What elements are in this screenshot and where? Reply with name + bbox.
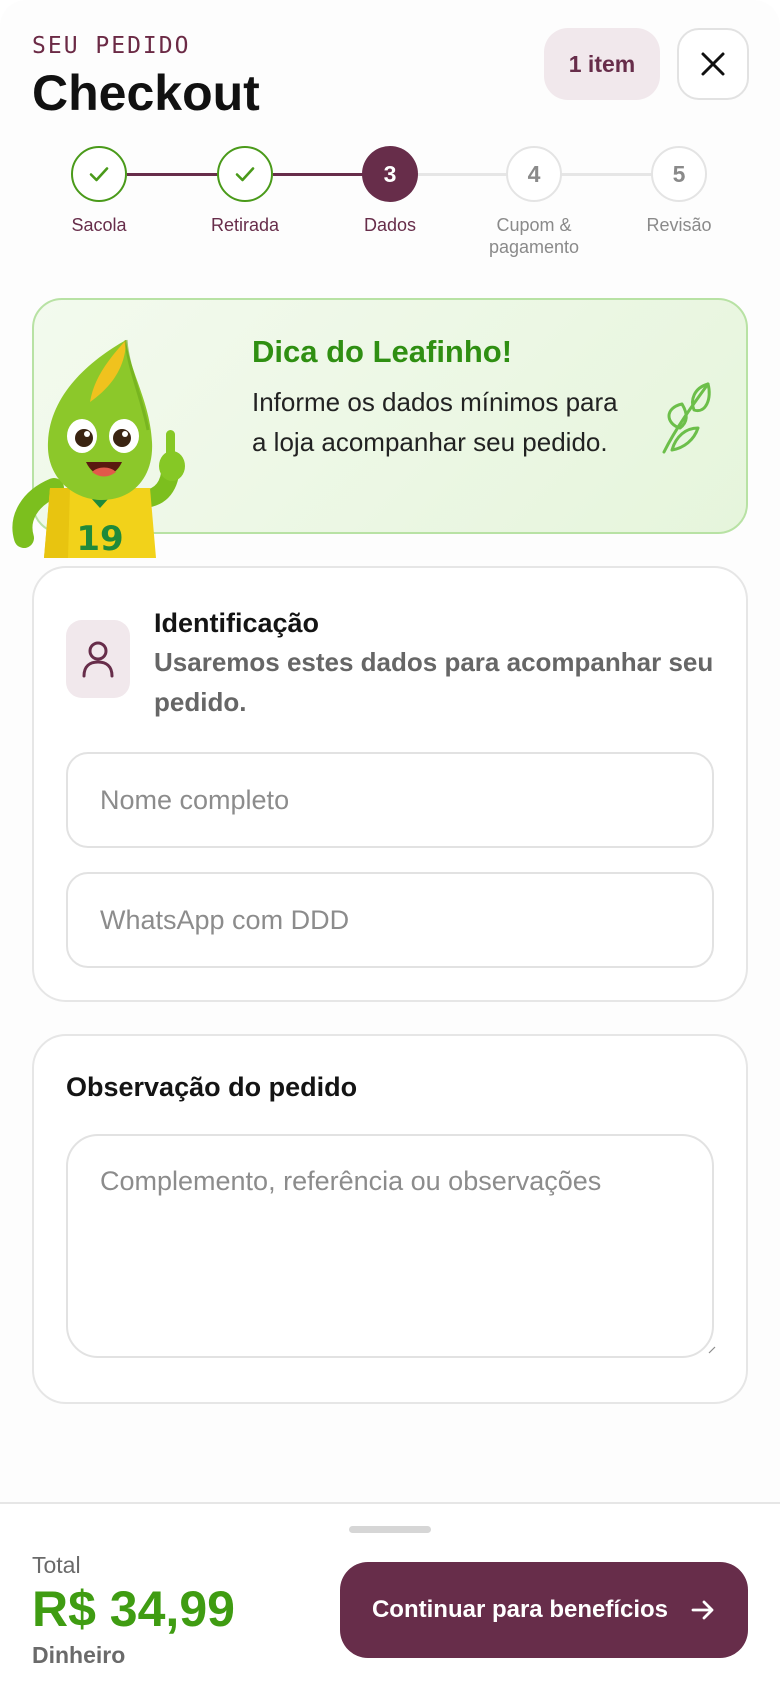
identification-subtitle: Usaremos estes dados para acompanhar seu… <box>154 647 714 717</box>
total-value: R$ 34,99 <box>32 1581 235 1637</box>
observation-title: Observação do pedido <box>66 1072 358 1102</box>
page-title: Checkout <box>32 65 260 121</box>
close-button[interactable] <box>677 28 749 100</box>
step-2-retirada[interactable] <box>217 146 273 202</box>
identification-title: Identificação <box>154 608 320 638</box>
eyebrow-label: SEU PEDIDO <box>32 33 191 59</box>
step-4-label-line2: pagamento <box>488 237 580 257</box>
step-5-label: Revisão <box>646 215 712 235</box>
checkout-footer: Total R$ 34,99 Dinheiro Continuar para b… <box>0 1502 780 1688</box>
continue-button-label: Continuar para benefícios <box>371 1596 669 1623</box>
close-icon <box>701 52 725 76</box>
check-icon <box>89 167 109 182</box>
mascot-jersey-number: 19 <box>76 519 123 558</box>
observation-card: Observação do pedido <box>32 1034 748 1404</box>
avatar <box>66 620 130 698</box>
step-2-label: Retirada <box>210 215 280 235</box>
step-4-label-line1: Cupom & <box>496 215 572 235</box>
identification-card: Identificação Usaremos estes dados para … <box>32 566 748 1002</box>
resize-grip-icon[interactable] <box>708 1346 716 1354</box>
step-connector <box>417 173 507 176</box>
step-3-dados[interactable]: 3 <box>362 146 418 202</box>
total-label: Total <box>32 1552 81 1578</box>
step-4-cupom[interactable]: 4 <box>506 146 562 202</box>
tip-text: Informe os dados mínimos para a loja aco… <box>252 387 618 457</box>
leafinho-mascot: 19 <box>12 339 185 558</box>
drag-handle[interactable] <box>349 1526 431 1533</box>
arrow-right-icon <box>691 1600 714 1620</box>
step-5-number: 5 <box>672 160 686 187</box>
step-3-number: 3 <box>383 160 397 187</box>
continue-button[interactable]: Continuar para benefícios <box>340 1562 748 1658</box>
step-4-number: 4 <box>527 160 541 187</box>
observation-textarea[interactable] <box>66 1134 714 1358</box>
step-connector <box>273 173 365 176</box>
checkout-stepper: Sacola Retirada 3 Dados 4 Cupom & pagame… <box>0 140 780 260</box>
checkout-sheet: SEU PEDIDO Checkout 1 item Sacola Retira… <box>0 0 780 1688</box>
payment-method: Dinheiro <box>32 1642 126 1668</box>
step-connector <box>127 173 219 176</box>
user-icon <box>82 641 114 678</box>
tip-title: Dica do Leafinho! <box>252 334 513 369</box>
check-icon <box>235 167 255 182</box>
step-3-label: Dados <box>363 215 417 235</box>
whatsapp-input[interactable] <box>66 872 714 968</box>
step-5-revisao[interactable]: 5 <box>651 146 707 202</box>
step-1-label: Sacola <box>71 215 127 235</box>
step-4-label: Cupom & pagamento <box>469 214 599 258</box>
item-count-badge[interactable]: 1 item <box>544 28 660 100</box>
leaf-icon <box>662 382 711 454</box>
step-connector <box>561 173 653 176</box>
step-1-sacola[interactable] <box>71 146 127 202</box>
name-input[interactable] <box>66 752 714 848</box>
